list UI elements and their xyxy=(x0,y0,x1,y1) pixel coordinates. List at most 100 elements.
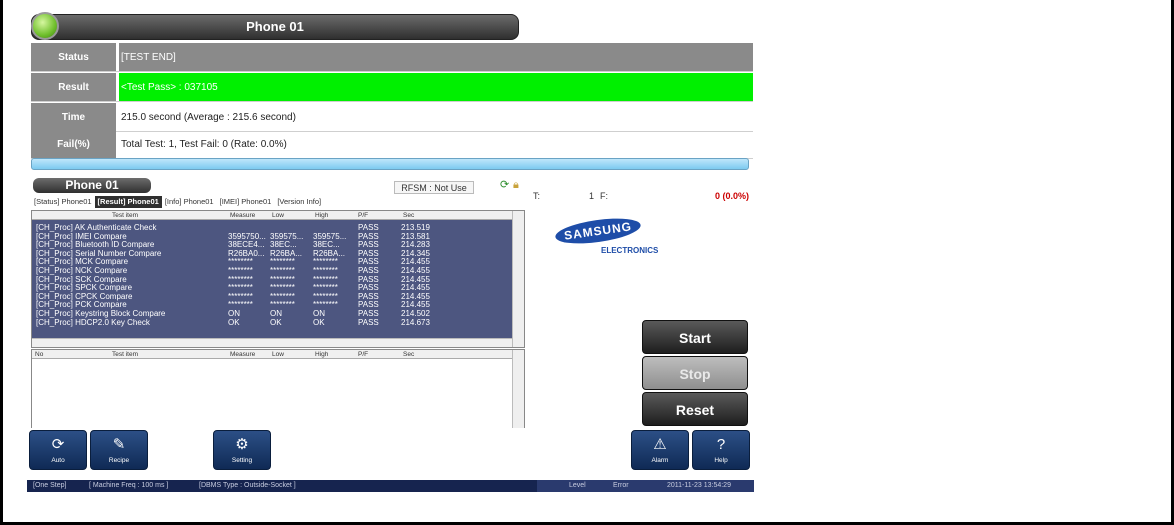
tab-version-info[interactable]: [Version Info] xyxy=(274,196,324,208)
rfsm-field: RFSM : Not Use xyxy=(394,181,474,194)
cell-test-item: [CH_Proc] Serial Number Compare xyxy=(36,249,162,258)
cell-measure: 38ECE4... xyxy=(228,241,265,250)
cell-pf: PASS xyxy=(358,310,379,318)
cell-pf: PASS xyxy=(358,241,379,250)
vertical-scrollbar[interactable] xyxy=(512,211,524,347)
table-row[interactable]: [CH_Proc] CPCK Compare ******** ******** **… xyxy=(32,293,512,301)
cell-measure: ******** xyxy=(228,284,253,293)
panel-title: Phone 01 xyxy=(33,178,151,193)
cell-pf: PASS xyxy=(358,292,379,301)
cell-sec: 214.455 xyxy=(401,275,430,284)
status-level: Level xyxy=(569,482,586,489)
cell-pf: PASS xyxy=(358,284,379,293)
result-grid: Test item Measure Low High P/F Sec [CH_P… xyxy=(31,210,525,348)
cell-low: 38EC... xyxy=(270,241,297,250)
cell-low: ******** xyxy=(270,284,295,293)
col-measure: Measure xyxy=(230,212,256,219)
samsung-logo: SAMSUNG ELECTRONICS xyxy=(553,214,675,260)
cell-pf: PASS xyxy=(358,258,379,267)
lock-icon[interactable]: 🔒︎ xyxy=(513,179,525,191)
table-row[interactable]: [CH_Proc] PCK Compare ******** ******** ***… xyxy=(32,301,512,309)
tab-info[interactable]: [Info] Phone01 xyxy=(162,196,217,208)
table-row[interactable]: [CH_Proc] Serial Number Compare R26BA0...… xyxy=(32,250,512,258)
table-row[interactable]: [CH_Proc] SPCK Compare ******** ******** **… xyxy=(32,284,512,292)
recipe-button[interactable]: ✎ Recipe xyxy=(90,430,148,470)
result-row: Result <Test Pass> : 037105 xyxy=(31,73,753,102)
table-row[interactable]: [CH_Proc] NCK Compare ******** ******** ***… xyxy=(32,267,512,275)
col-high: High xyxy=(315,212,329,219)
cell-test-item: [CH_Proc] IMEI Compare xyxy=(36,232,127,241)
table-row[interactable]: [CH_Proc] MCK Compare ******** ******** ***… xyxy=(32,258,512,266)
col-test-item: Test item xyxy=(112,351,139,358)
cell-test-item: [CH_Proc] NCK Compare xyxy=(36,267,128,275)
horizontal-scrollbar[interactable] xyxy=(32,338,512,347)
title-bar: Phone 01 xyxy=(31,14,519,40)
status-row: Status [TEST END] xyxy=(31,43,753,72)
cell-low: R26BA... xyxy=(270,249,303,258)
time-label: Time xyxy=(31,103,116,131)
cell-low: ON xyxy=(270,310,282,318)
tab-imei[interactable]: [IMEI] Phone01 xyxy=(217,196,275,208)
cell-sec: 214.455 xyxy=(401,284,430,293)
time-row: Time 215.0 second (Average : 215.6 secon… xyxy=(31,103,753,132)
help-button[interactable]: ? Help xyxy=(692,430,750,470)
cell-high: ON xyxy=(313,310,325,318)
fail-value: Total Test: 1, Test Fail: 0 (Rate: 0.0%) xyxy=(121,139,287,150)
cell-sec: 214.455 xyxy=(401,301,430,310)
status-label: Status xyxy=(31,43,116,71)
table-row[interactable]: [CH_Proc] HDCP2.0 Key Check OK OK OK PASS 214… xyxy=(32,319,512,327)
cell-high: R26BA... xyxy=(313,249,346,258)
cell-measure: R26BA0... xyxy=(228,249,265,258)
col-pf: P/F xyxy=(358,212,369,219)
col-low: Low xyxy=(272,212,284,219)
progress-bar xyxy=(31,158,749,170)
table-row[interactable]: [CH_Proc] Keystring Block Compare ON ON ON P… xyxy=(32,310,512,318)
cell-low: ******** xyxy=(270,275,295,284)
table-row[interactable]: [CH_Proc] AK Authenticate Check PASS 213.5… xyxy=(32,224,512,232)
auto-button[interactable]: ⟳ Auto xyxy=(29,430,87,470)
cell-high: 359575... xyxy=(313,232,347,241)
recipe-icon: ✎ xyxy=(112,436,126,453)
start-button[interactable]: Start xyxy=(642,320,748,354)
col-low: Low xyxy=(272,351,284,358)
refresh-icon: ⟳ xyxy=(51,436,65,453)
total-label: T: xyxy=(533,191,541,201)
cell-measure: ******** xyxy=(228,292,253,301)
cell-sec: 214.345 xyxy=(401,249,430,258)
alarm-button[interactable]: ⚠ Alarm xyxy=(631,430,689,470)
detail-grid-header: No Test item Measure Low High P/F Sec xyxy=(32,350,512,359)
col-test-item: Test item xyxy=(112,212,139,219)
status-machine-freq: [ Machine Freq : 100 ms ] xyxy=(89,482,169,489)
status-value: [TEST END] xyxy=(119,43,753,71)
setting-button[interactable]: ⚙ Setting xyxy=(213,430,271,470)
table-row[interactable]: [CH_Proc] Bluetooth ID Compare 38ECE4... 3… xyxy=(32,241,512,249)
fail-label: Fail(%) xyxy=(31,130,116,158)
cell-sec: 213.519 xyxy=(401,224,430,232)
cell-test-item: [CH_Proc] PCK Compare xyxy=(36,301,127,310)
stop-button[interactable]: Stop xyxy=(642,356,748,390)
tab-result[interactable]: [Result] Phone01 xyxy=(94,196,162,208)
refresh-icon[interactable]: ⟳ xyxy=(500,179,512,191)
logo-brand: SAMSUNG xyxy=(553,214,643,248)
cell-pf: PASS xyxy=(358,275,379,284)
result-value: <Test Pass> : 037105 xyxy=(119,73,753,101)
cell-pf: PASS xyxy=(358,249,379,258)
status-datetime: 2011-11-23 13:54:29 xyxy=(667,482,731,489)
cell-low: ******** xyxy=(270,292,295,301)
cell-measure: ******** xyxy=(228,301,253,310)
reset-button[interactable]: Reset xyxy=(642,392,748,426)
table-row[interactable]: [CH_Proc] SCK Compare ******** ******** ***… xyxy=(32,276,512,284)
status-lamp-icon xyxy=(31,12,59,40)
time-value: 215.0 second (Average : 215.6 second) xyxy=(121,112,296,123)
detail-grid: No Test item Measure Low High P/F Sec xyxy=(31,349,525,429)
tab-status[interactable]: [Status] Phone01 xyxy=(31,196,95,208)
vertical-scrollbar[interactable] xyxy=(512,350,524,428)
warning-icon: ⚠ xyxy=(653,436,667,453)
col-pf: P/F xyxy=(358,351,369,358)
fail-row: Fail(%) Total Test: 1, Test Fail: 0 (Rat… xyxy=(31,130,753,159)
table-row[interactable]: [CH_Proc] IMEI Compare 3595750... 359575..… xyxy=(32,233,512,241)
status-bar: [One Step] [ Machine Freq : 100 ms ] [DB… xyxy=(27,480,754,492)
cell-low: ******** xyxy=(270,267,295,275)
cell-high: 38EC... xyxy=(313,241,340,250)
cell-low: OK xyxy=(270,318,282,327)
